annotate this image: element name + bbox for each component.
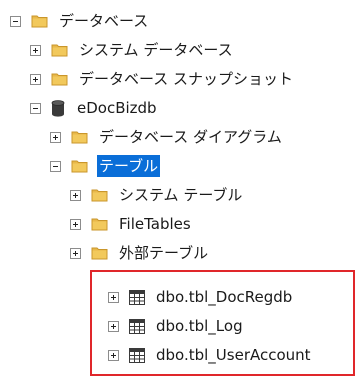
tree-node-label: システム データベース	[79, 41, 233, 59]
expand-icon[interactable]	[50, 131, 61, 143]
tree-node-label: 外部テーブル	[119, 244, 209, 262]
table-icon	[129, 347, 145, 363]
tree-node-table-item[interactable]: dbo.tbl_Log	[108, 313, 245, 339]
table-icon	[129, 289, 145, 305]
tree-node-label: データベース スナップショット	[79, 70, 294, 88]
tree-node-snapshots[interactable]: データベース スナップショット	[30, 66, 295, 92]
folder-icon	[71, 159, 88, 173]
tree-node-system-tables[interactable]: システム テーブル	[70, 182, 244, 208]
collapse-icon[interactable]	[50, 160, 61, 172]
tree-node-label: dbo.tbl_DocRegdb	[156, 288, 293, 306]
folder-icon	[71, 130, 88, 144]
folder-icon	[91, 217, 108, 231]
tree-node-system-databases[interactable]: システム データベース	[30, 37, 235, 63]
folder-icon	[31, 14, 48, 28]
folder-icon	[91, 188, 108, 202]
database-icon	[51, 99, 65, 117]
expand-icon[interactable]	[108, 291, 119, 303]
expand-icon[interactable]	[70, 218, 81, 230]
expand-icon[interactable]	[30, 44, 41, 56]
tree-node-table-item[interactable]: dbo.tbl_DocRegdb	[108, 284, 294, 310]
table-icon	[129, 318, 145, 334]
expand-icon[interactable]	[108, 349, 119, 361]
tree-node-file-tables[interactable]: FileTables	[70, 211, 193, 237]
tree-node-tables[interactable]: テーブル	[50, 153, 162, 179]
tree-node-external-tables[interactable]: 外部テーブル	[70, 240, 210, 266]
object-explorer-tree: データベース システム データベース データベース スナップショット eDocB…	[0, 0, 355, 376]
tree-node-label: データベース	[59, 12, 149, 30]
tree-node-databases[interactable]: データベース	[10, 8, 150, 34]
tree-node-label: データベース ダイアグラム	[99, 128, 282, 146]
tree-node-label: eDocBizdb	[77, 99, 157, 117]
tree-node-label: システム テーブル	[119, 186, 243, 204]
folder-icon	[51, 72, 68, 86]
expand-icon[interactable]	[70, 189, 81, 201]
expand-icon[interactable]	[108, 320, 119, 332]
tree-node-label: FileTables	[119, 215, 191, 233]
tree-node-table-item[interactable]: dbo.tbl_UserAccount	[108, 342, 313, 368]
tree-node-label: dbo.tbl_Log	[156, 317, 243, 335]
collapse-icon[interactable]	[10, 15, 21, 27]
expand-icon[interactable]	[30, 73, 41, 85]
folder-icon	[91, 246, 108, 260]
collapse-icon[interactable]	[30, 102, 41, 114]
tree-node-label: dbo.tbl_UserAccount	[156, 346, 311, 364]
folder-icon	[51, 43, 68, 57]
tree-node-diagrams[interactable]: データベース ダイアグラム	[50, 124, 284, 150]
tree-node-label-selected: テーブル	[95, 154, 162, 178]
expand-icon[interactable]	[70, 247, 81, 259]
tree-node-database[interactable]: eDocBizdb	[30, 95, 159, 121]
